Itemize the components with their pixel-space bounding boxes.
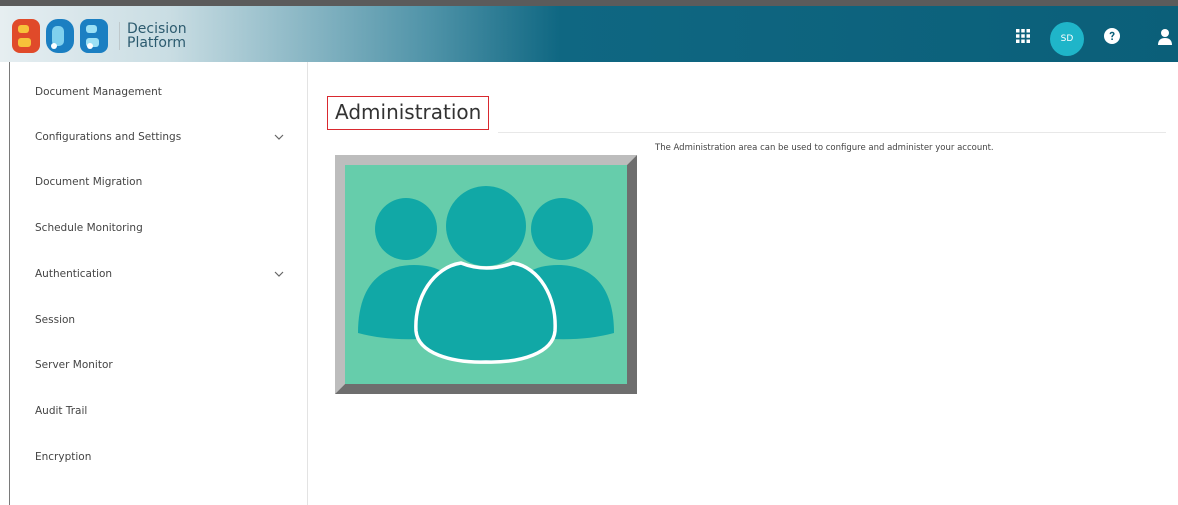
chevron-down-icon[interactable] [274, 134, 284, 140]
sidebar-item-server-monitor[interactable]: Server Monitor [10, 345, 308, 385]
bdb-logo-mark-icon [12, 19, 108, 53]
sidebar-item-session[interactable]: Session [10, 300, 308, 340]
user-avatar[interactable]: SD [1050, 22, 1084, 56]
sidebar-item-label: Schedule Monitoring [35, 222, 143, 234]
users-group-icon [358, 186, 614, 364]
sidebar-item-schedule-monitoring[interactable]: Schedule Monitoring [10, 208, 308, 248]
brand-logo[interactable]: Decision Platform [10, 16, 187, 56]
sidebar-navigation: Document Management Configurations and S… [9, 62, 308, 505]
help-icon[interactable] [1104, 28, 1120, 44]
sidebar-item-label: Session [35, 314, 76, 326]
sidebar-item-label: Configurations and Settings [35, 131, 182, 143]
chevron-down-icon[interactable] [274, 271, 284, 277]
brand-line-1: Decision [127, 21, 187, 37]
page-description: The Administration area can be used to c… [655, 143, 994, 153]
page-title: Administration [327, 96, 490, 130]
sidebar-item-label: Encryption [35, 451, 92, 463]
sidebar-item-label: Document Management [35, 86, 162, 98]
sidebar-item-label: Authentication [35, 268, 113, 280]
top-header-bar: Decision Platform SD [0, 0, 1178, 62]
sidebar-item-document-management[interactable]: Document Management [10, 72, 308, 112]
brand-line-2: Platform [127, 35, 187, 51]
sidebar-item-authentication[interactable]: Authentication [10, 254, 308, 294]
sidebar-item-label: Document Migration [35, 176, 143, 188]
user-icon[interactable] [1157, 28, 1173, 46]
brand-name: Decision Platform [119, 22, 187, 50]
sidebar-item-encryption[interactable]: Encryption [10, 437, 308, 477]
sidebar-item-audit-trail[interactable]: Audit Trail [10, 391, 308, 431]
apps-grid-icon[interactable] [1016, 29, 1030, 43]
sidebar-item-configurations-and-settings[interactable]: Configurations and Settings [10, 117, 308, 157]
sidebar-item-label: Server Monitor [35, 359, 113, 371]
sidebar-item-document-migration[interactable]: Document Migration [10, 162, 308, 202]
sidebar-item-label: Audit Trail [35, 405, 88, 417]
administration-tile[interactable] [335, 155, 637, 394]
title-divider [498, 132, 1166, 133]
